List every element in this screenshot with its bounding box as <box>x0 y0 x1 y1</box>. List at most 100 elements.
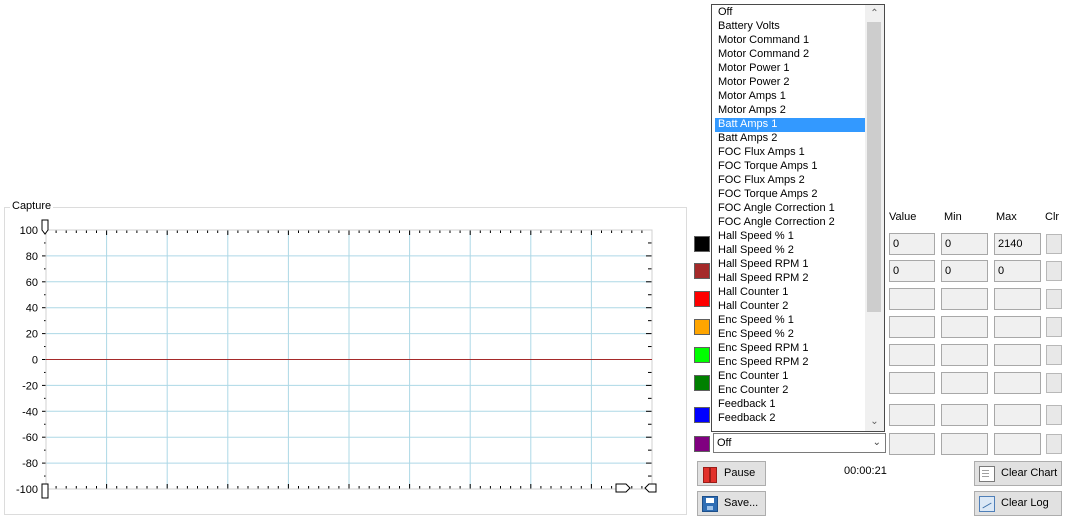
dropdown-option[interactable]: Motor Power 2 <box>715 76 865 90</box>
channel-color-swatch[interactable] <box>694 407 710 423</box>
dropdown-option[interactable]: Batt Amps 2 <box>715 132 865 146</box>
channel-clear-checkbox[interactable] <box>1046 434 1062 454</box>
channel-clear-checkbox[interactable] <box>1046 234 1062 254</box>
dropdown-option[interactable]: Enc Counter 2 <box>715 384 865 398</box>
clear-log-button[interactable]: Clear Log <box>974 491 1062 516</box>
dropdown-option[interactable]: Enc Counter 1 <box>715 370 865 384</box>
channel-clear-checkbox[interactable] <box>1046 317 1062 337</box>
channel-max-field <box>994 288 1041 310</box>
dropdown-option[interactable]: FOC Torque Amps 2 <box>715 188 865 202</box>
channel-max-field <box>994 404 1041 426</box>
channel-min-field <box>941 404 988 426</box>
channel-max-field <box>994 372 1041 394</box>
dropdown-option[interactable]: Hall Speed RPM 2 <box>715 272 865 286</box>
y-tick-label: 0 <box>32 355 38 367</box>
dropdown-option[interactable]: Feedback 2 <box>715 412 865 426</box>
channel-min-field <box>941 433 988 455</box>
value-header: Value <box>889 211 917 223</box>
document-icon <box>979 465 995 482</box>
pause-button[interactable]: Pause <box>697 461 766 486</box>
channel-max-field <box>994 344 1041 366</box>
dropdown-option[interactable]: Enc Speed % 2 <box>715 328 865 342</box>
dropdown-option[interactable]: Batt Amps 1 <box>715 118 865 132</box>
channel-color-swatch[interactable] <box>694 291 710 307</box>
channel-value-field <box>889 433 935 455</box>
y-tick-label: 100 <box>20 225 38 237</box>
channel-color-swatch[interactable] <box>694 236 710 252</box>
cursor-marker-bottom <box>41 483 49 499</box>
dropdown-option[interactable]: Enc Speed % 1 <box>715 314 865 328</box>
channel-color-swatch[interactable] <box>694 263 710 279</box>
dropdown-option[interactable]: FOC Flux Amps 2 <box>715 174 865 188</box>
channel-clear-checkbox[interactable] <box>1046 373 1062 393</box>
clear-log-button-label: Clear Log <box>1001 497 1049 509</box>
min-header: Min <box>944 211 962 223</box>
save-button[interactable]: Save... <box>697 491 766 516</box>
clear-chart-button[interactable]: Clear Chart <box>974 461 1062 486</box>
channel-value-field <box>889 344 935 366</box>
channel-value-field: 0 <box>889 233 935 255</box>
channel-min-field <box>941 316 988 338</box>
dropdown-option[interactable]: Hall Speed RPM 1 <box>715 258 865 272</box>
dropdown-option[interactable]: Hall Speed % 2 <box>715 244 865 258</box>
capture-chart: 100 80 60 40 20 0 -20 -40 -60 -80 -100 <box>16 219 657 499</box>
dropdown-option[interactable]: Hall Counter 1 <box>715 286 865 300</box>
channel-select-combo[interactable]: Off ⌄ <box>713 433 886 453</box>
channel-value-field <box>889 316 935 338</box>
y-tick-label: -100 <box>16 484 38 496</box>
channel-clear-checkbox[interactable] <box>1046 289 1062 309</box>
chart-icon <box>979 495 995 512</box>
dropdown-option[interactable]: Motor Amps 2 <box>715 104 865 118</box>
channel-min-field <box>941 372 988 394</box>
dropdown-option[interactable]: Feedback 1 <box>715 398 865 412</box>
channel-color-swatch[interactable] <box>694 375 710 391</box>
dropdown-scrollbar[interactable]: ⌃ ⌄ <box>865 5 884 431</box>
dropdown-option[interactable]: Motor Command 2 <box>715 48 865 62</box>
dropdown-option[interactable]: Enc Speed RPM 1 <box>715 342 865 356</box>
scroll-down-icon[interactable]: ⌄ <box>865 414 884 430</box>
channel-color-swatch[interactable] <box>694 319 710 335</box>
scroll-up-icon[interactable]: ⌃ <box>865 6 884 22</box>
dropdown-option[interactable]: Battery Volts <box>715 20 865 34</box>
dropdown-option[interactable]: FOC Angle Correction 1 <box>715 202 865 216</box>
dropdown-option[interactable]: FOC Angle Correction 2 <box>715 216 865 230</box>
y-tick-label: -80 <box>22 458 38 470</box>
channel-value-field <box>889 372 935 394</box>
y-tick-label: -40 <box>22 406 38 418</box>
channel-min-field <box>941 288 988 310</box>
channel-max-field <box>994 433 1041 455</box>
channel-min-field: 0 <box>941 260 988 282</box>
dropdown-option[interactable]: Hall Counter 2 <box>715 300 865 314</box>
pause-icon <box>702 466 718 483</box>
channel-clear-checkbox[interactable] <box>1046 261 1062 281</box>
y-tick-label: -60 <box>22 432 38 444</box>
range-marker-end <box>644 483 657 493</box>
channel-min-field <box>941 344 988 366</box>
elapsed-timer: 00:00:21 <box>844 465 887 477</box>
dropdown-option[interactable]: Motor Amps 1 <box>715 90 865 104</box>
channel-color-swatch[interactable] <box>694 436 710 452</box>
y-tick-label: 20 <box>26 329 38 341</box>
y-tick-label: 80 <box>26 251 38 263</box>
channel-color-swatch[interactable] <box>694 347 710 363</box>
channel-max-field: 0 <box>994 260 1041 282</box>
max-header: Max <box>996 211 1017 223</box>
channel-max-field: 2140 <box>994 233 1041 255</box>
dropdown-option[interactable]: Off <box>715 6 865 20</box>
channel-dropdown-list[interactable]: Off Battery Volts Motor Command 1 Motor Com… <box>711 4 885 432</box>
dropdown-option[interactable]: Hall Speed % 1 <box>715 230 865 244</box>
save-button-label: Save... <box>724 497 759 509</box>
chevron-down-icon: ⌄ <box>872 437 881 448</box>
dropdown-option[interactable]: FOC Flux Amps 1 <box>715 146 865 160</box>
dropdown-option[interactable]: FOC Torque Amps 1 <box>715 160 865 174</box>
channel-max-field <box>994 316 1041 338</box>
scrollbar-thumb[interactable] <box>867 22 881 312</box>
cursor-marker-top <box>41 219 49 235</box>
channel-clear-checkbox[interactable] <box>1046 345 1062 365</box>
dropdown-option[interactable]: Motor Power 1 <box>715 62 865 76</box>
dropdown-option[interactable]: Motor Command 1 <box>715 34 865 48</box>
channel-clear-checkbox[interactable] <box>1046 405 1062 425</box>
dropdown-option[interactable]: Enc Speed RPM 2 <box>715 356 865 370</box>
channel-value-field <box>889 404 935 426</box>
channel-min-field: 0 <box>941 233 988 255</box>
